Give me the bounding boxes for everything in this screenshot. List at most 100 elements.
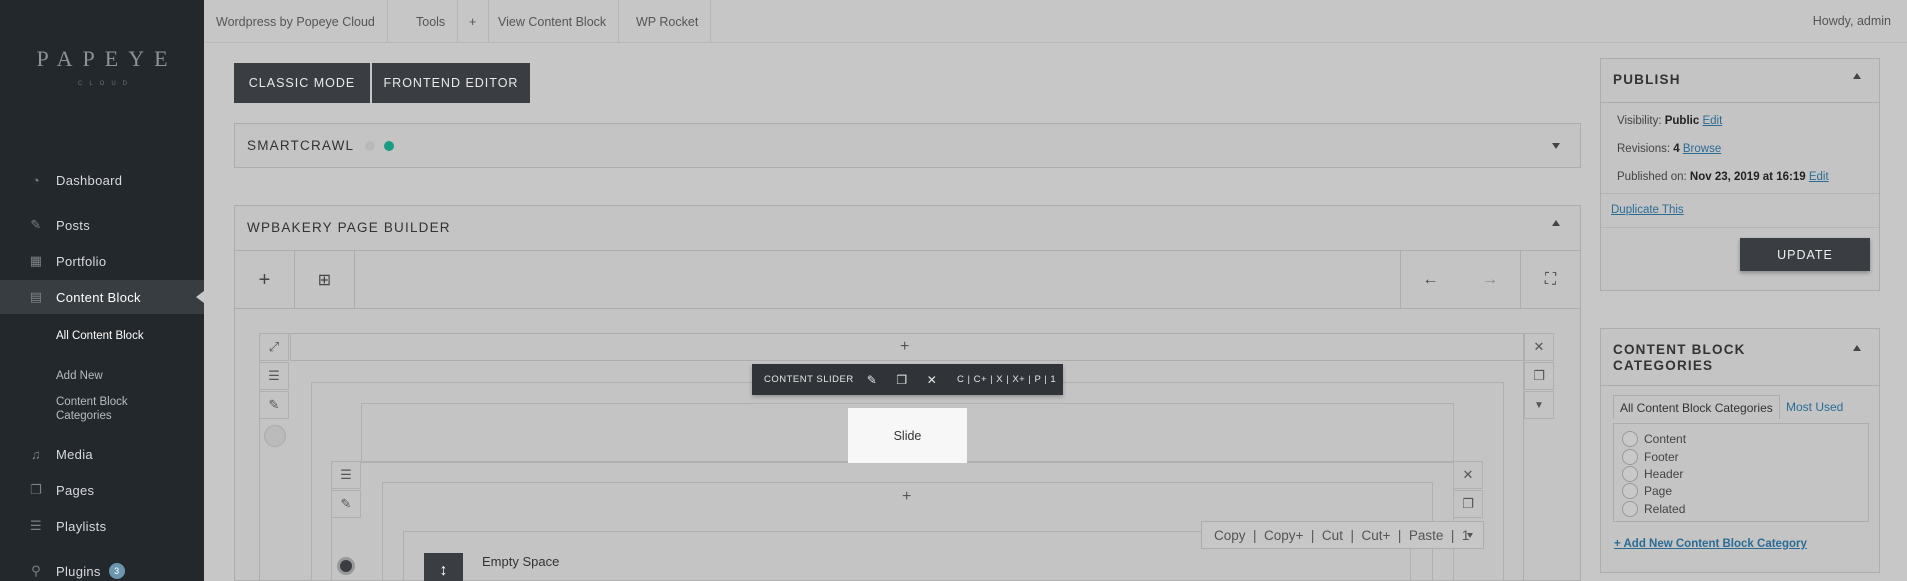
smartcrawl-panel[interactable]: SMARTCRAWL <box>234 123 1581 168</box>
divider <box>1601 193 1879 194</box>
redo-icon[interactable]: → <box>1460 251 1520 309</box>
checkbox[interactable] <box>1622 483 1638 499</box>
fullscreen-icon[interactable]: ⛶ <box>1520 251 1580 309</box>
divider <box>1601 227 1879 228</box>
divider <box>1601 102 1879 103</box>
category-item-content[interactable]: Content <box>1622 431 1686 447</box>
builder-toolbar: + ⊞ ← → ⛶ <box>235 251 1580 309</box>
checkbox[interactable] <box>1622 466 1638 482</box>
clone-icon[interactable]: ❐ <box>887 373 917 387</box>
pages-icon: ❐ <box>30 482 42 497</box>
sidebar-item-plugins[interactable]: ⚲ Plugins 3 <box>0 554 204 581</box>
edit-date-link[interactable]: Edit <box>1809 171 1829 183</box>
admin-bar: Wordpress by Popeye Cloud Tools + View C… <box>204 0 1907 43</box>
visibility-row: Visibility: Public Edit <box>1617 115 1722 127</box>
slide-settings-icon[interactable] <box>337 557 355 575</box>
revisions-label: Revisions: <box>1617 143 1671 155</box>
sidebar-item-label: Posts <box>56 217 91 233</box>
classic-mode-button[interactable]: CLASSIC MODE <box>234 63 370 103</box>
revisions-value: 4 <box>1673 143 1680 155</box>
category-item-footer[interactable]: Footer <box>1622 449 1679 465</box>
chevron-up-icon[interactable] <box>1552 220 1560 226</box>
duplicate-link[interactable]: Duplicate This <box>1611 204 1684 216</box>
sidebar-item-content-block[interactable]: ▤ Content Block <box>0 280 204 314</box>
tab-all-categories[interactable]: All Content Block Categories <box>1613 395 1780 419</box>
pin-icon: ✎ <box>30 217 42 232</box>
empty-space-icon: ↕ <box>424 553 463 581</box>
undo-icon[interactable]: ← <box>1400 251 1460 309</box>
sidebar-item-pages[interactable]: ❐ Pages <box>0 473 204 507</box>
row-settings-icon[interactable] <box>264 425 286 447</box>
category-item-header[interactable]: Header <box>1622 466 1683 482</box>
edit-icon[interactable]: ✎ <box>857 373 887 387</box>
copy-shortcuts[interactable]: C | C+ | X | X+ | P | 1 <box>947 374 1056 385</box>
slide-tab[interactable]: Slide <box>848 408 967 463</box>
submenu-categories[interactable]: Content Block Categories <box>56 395 176 423</box>
category-item-related[interactable]: Related <box>1622 501 1685 517</box>
slide-drag-icon[interactable]: ☰ <box>331 461 361 489</box>
category-label: Page <box>1644 484 1673 498</box>
sidebar-item-label: Plugins <box>56 563 101 579</box>
smartcrawl-title: SMARTCRAWL <box>247 138 355 153</box>
row-edit-icon[interactable]: ✎ <box>259 391 289 419</box>
category-item-page[interactable]: Page <box>1622 483 1672 499</box>
checkbox[interactable] <box>1622 501 1638 517</box>
slide-clone-icon[interactable]: ❐ <box>1453 490 1483 518</box>
sidebar-item-dashboard[interactable]: ◔ Dashboard <box>0 163 204 197</box>
categories-title: CONTENT BLOCK CATEGORIES <box>1613 342 1746 373</box>
checkbox[interactable] <box>1622 431 1638 447</box>
sidebar-item-label: Dashboard <box>56 172 123 188</box>
sidebar-item-posts[interactable]: ✎ Posts <box>0 208 204 242</box>
toolbar-label: CONTENT SLIDER <box>764 374 854 385</box>
row-clone-icon[interactable]: ❐ <box>1524 362 1554 390</box>
sidebar-item-playlists[interactable]: ☰ Playlists <box>0 509 204 543</box>
row-expand-icon[interactable]: ⤢ <box>259 333 289 361</box>
adminbar-tools[interactable]: Tools <box>404 0 459 43</box>
element-name: Empty Space <box>482 554 560 569</box>
add-column-icon[interactable]: + <box>900 338 909 356</box>
content-block-icon: ▤ <box>29 289 43 304</box>
content-slider-toolbar: CONTENT SLIDER ✎ ❐ ✕ C | C+ | X | X+ | P… <box>752 364 1063 395</box>
frontend-editor-button[interactable]: FRONTEND EDITOR <box>372 63 530 103</box>
playlist-icon: ☰ <box>30 518 42 533</box>
sidebar-item-media[interactable]: ♫ Media <box>0 437 204 471</box>
logo[interactable]: PAPEYE CLOUD <box>0 46 204 87</box>
add-new-category-link[interactable]: + Add New Content Block Category <box>1614 538 1807 550</box>
checkbox[interactable] <box>1622 449 1638 465</box>
submenu-add-new[interactable]: Add New <box>56 369 176 383</box>
adminbar-site-name[interactable]: Wordpress by Popeye Cloud <box>204 0 388 43</box>
adminbar-new[interactable]: + <box>457 0 490 43</box>
published-label: Published on: <box>1617 171 1687 183</box>
slide-close-icon[interactable]: ✕ <box>1453 461 1483 489</box>
category-label: Content <box>1644 432 1687 446</box>
sidebar-item-portfolio[interactable]: ▦ Portfolio <box>0 244 204 278</box>
add-element-icon[interactable]: + <box>235 251 295 309</box>
close-icon[interactable]: ✕ <box>917 373 947 387</box>
edit-visibility-link[interactable]: Edit <box>1702 115 1722 127</box>
adminbar-wp-rocket[interactable]: WP Rocket <box>624 0 712 43</box>
row-close-icon[interactable]: ✕ <box>1524 333 1554 361</box>
update-button[interactable]: UPDATE <box>1740 238 1870 271</box>
tab-most-used[interactable]: Most Used <box>1780 395 1849 419</box>
chevron-up-icon[interactable] <box>1853 73 1861 79</box>
add-inner-element-icon[interactable]: + <box>902 488 911 506</box>
slide-edit-icon[interactable]: ✎ <box>331 490 361 518</box>
templates-icon[interactable]: ⊞ <box>295 251 355 309</box>
row-collapse-icon[interactable]: ▼ <box>1524 391 1554 419</box>
copy-paste-bar[interactable]: Copy | Copy+ | Cut | Cut+ | Paste | 1 <box>1201 521 1484 549</box>
submenu-all-content-block[interactable]: All Content Block <box>56 329 176 343</box>
seo-status-dot <box>365 141 375 151</box>
chevron-up-icon[interactable] <box>1853 345 1861 351</box>
wpbakery-title: WPBAKERY PAGE BUILDER <box>247 220 451 235</box>
publish-title: PUBLISH <box>1613 72 1681 87</box>
browse-revisions-link[interactable]: Browse <box>1683 143 1721 155</box>
readability-status-dot <box>384 141 394 151</box>
plugins-count-badge: 3 <box>108 563 125 579</box>
visibility-label: Visibility: <box>1617 115 1662 127</box>
adminbar-howdy[interactable]: Howdy, admin <box>1813 14 1891 28</box>
chevron-down-icon[interactable] <box>1552 143 1560 149</box>
row-drag-icon[interactable]: ☰ <box>259 362 289 390</box>
logo-subtext: CLOUD <box>77 81 134 87</box>
sidebar-item-label: Playlists <box>56 518 107 534</box>
adminbar-view-content-block[interactable]: View Content Block <box>486 0 620 43</box>
